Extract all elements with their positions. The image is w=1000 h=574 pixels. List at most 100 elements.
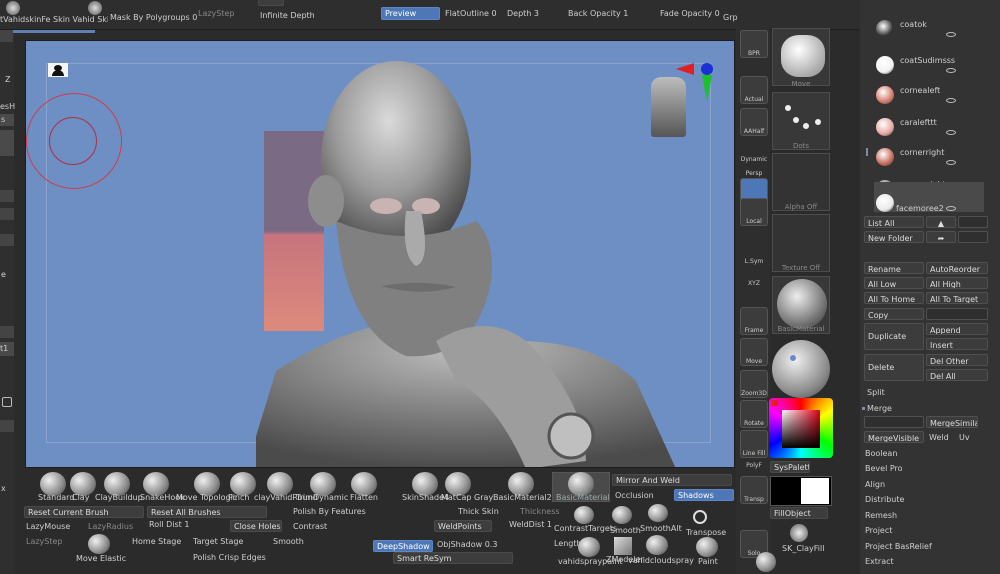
deepshadow-button[interactable]: DeepShadow (373, 540, 433, 552)
thickness-slider[interactable]: Thickness (520, 507, 560, 516)
autoreorder-button[interactable]: AutoReorder (926, 262, 988, 274)
move-elastic-icon[interactable] (88, 534, 110, 554)
lazystep-slider[interactable]: LazyStep (198, 9, 235, 18)
reset-all-brushes-button[interactable]: Reset All Brushes (147, 506, 267, 518)
paint-brush-icon[interactable] (696, 537, 718, 557)
mergevisible-button[interactable]: MergeVisible (864, 431, 924, 443)
visibility-eye-icon[interactable] (946, 68, 956, 73)
duplicate-button[interactable]: Duplicate (864, 323, 924, 350)
extract-menu[interactable]: Extract (865, 557, 894, 566)
infinite-depth-button[interactable]: Infinite Depth (260, 11, 315, 20)
bottom-brush-icon[interactable] (756, 552, 776, 572)
mirror-and-weld-button[interactable]: Mirror And Weld (612, 474, 732, 486)
lazyradius-slider[interactable]: LazyRadius (88, 522, 133, 531)
subtool-thumbnail-icon[interactable] (876, 194, 894, 212)
lazystep-slider-bottom[interactable]: LazyStep (26, 537, 63, 546)
mask-by-polygroups-slider[interactable]: Mask By Polygroups 0 (110, 13, 197, 22)
flip-x-button[interactable] (258, 0, 284, 6)
del-other-button[interactable]: Del Other (926, 354, 988, 366)
move-brush-thumbnail[interactable] (772, 28, 830, 86)
polish-by-features-slider[interactable]: Polish By Features (293, 507, 366, 516)
rename-button[interactable]: Rename (864, 262, 924, 274)
left-tool-button[interactable] (0, 130, 14, 156)
user-icon[interactable] (48, 63, 68, 77)
arrow-icon[interactable]: ➦ (926, 231, 956, 243)
smooth-slider[interactable]: Smooth (273, 537, 304, 546)
mergesimilar-button[interactable]: MergeSimilar (926, 416, 978, 428)
roll-dist-slider[interactable]: Roll Dist 1 (149, 520, 189, 529)
transpose-icon[interactable] (693, 510, 707, 524)
move-down-button[interactable] (958, 216, 988, 228)
bevel-pro-menu[interactable]: Bevel Pro (865, 464, 903, 473)
visibility-eye-icon[interactable] (946, 206, 956, 211)
uv-toggle[interactable]: Uv (959, 433, 970, 442)
weld-toggle[interactable]: Weld (929, 433, 949, 442)
polish-crisp-edges-slider[interactable]: Polish Crisp Edges (193, 553, 266, 562)
objshadow-slider[interactable]: ObjShadow 0.3 (437, 540, 497, 549)
shadows-button[interactable]: Shadows (674, 489, 734, 501)
insert-button[interactable]: Insert (926, 338, 988, 350)
split-menu[interactable]: Split (867, 388, 885, 397)
outline-slider[interactable]: Outline 0 (460, 9, 497, 18)
smart-resym-button[interactable]: Smart ReSym (393, 552, 513, 564)
visibility-eye-icon[interactable] (946, 32, 956, 37)
copy-button[interactable]: Copy (864, 308, 924, 320)
append-button[interactable]: Append (926, 323, 988, 335)
axis-gizmo-icon[interactable] (674, 61, 714, 101)
brush-icon[interactable] (88, 1, 102, 15)
weldpoints-button[interactable]: WeldPoints (434, 520, 492, 532)
close-holes-button[interactable]: Close Holes (230, 520, 282, 532)
new-folder-button[interactable]: New Folder (864, 231, 924, 243)
occlusion-button[interactable]: Occlusion (615, 491, 654, 500)
left-tool-button[interactable] (0, 30, 13, 42)
target-stage-button[interactable]: Target Stage (193, 537, 243, 546)
subtool-thumbnail-icon[interactable] (876, 20, 894, 38)
merge-menu[interactable]: Merge (867, 404, 892, 413)
distribute-menu[interactable]: Distribute (865, 495, 904, 504)
lazymouse-toggle[interactable]: LazyMouse (26, 522, 70, 531)
thick-skin-slider[interactable]: Thick Skin (458, 507, 499, 516)
all-to-home-button[interactable]: All To Home (864, 292, 924, 304)
align-menu[interactable]: Align (865, 480, 885, 489)
all-high-button[interactable]: All High (926, 277, 988, 289)
reset-current-brush-button[interactable]: Reset Current Brush (24, 506, 144, 518)
vahidcloudspray-icon[interactable] (646, 535, 668, 555)
home-stage-button[interactable]: Home Stage (132, 537, 181, 546)
left-tool-button[interactable] (0, 190, 14, 202)
vahidspraypaint-icon[interactable] (578, 537, 600, 557)
subtool-thumbnail-icon[interactable] (876, 118, 894, 136)
left-tool-button[interactable] (0, 326, 14, 338)
left-tool-button[interactable] (0, 420, 14, 432)
canvas-viewport[interactable] (25, 40, 735, 468)
visibility-eye-icon[interactable] (946, 160, 956, 165)
preview-button[interactable]: Preview (381, 7, 440, 20)
subtool-thumbnail-icon[interactable] (876, 86, 894, 104)
contrast-targets-icon[interactable] (574, 506, 594, 524)
boolean-menu[interactable]: Boolean (865, 449, 897, 458)
project-menu[interactable]: Project (865, 526, 892, 535)
list-all-button[interactable]: List All (864, 216, 924, 228)
lock-icon[interactable] (2, 397, 12, 407)
contrast-slider[interactable]: Contrast (293, 522, 327, 531)
flat-button[interactable]: Flat (445, 9, 460, 18)
sk-clayfill-icon[interactable] (790, 524, 808, 542)
depth-slider[interactable]: Depth 3 (507, 9, 539, 18)
del-all-button[interactable]: Del All (926, 369, 988, 381)
fade-opacity-slider[interactable]: Fade Opacity 0 (660, 9, 720, 18)
syspalette-button[interactable]: SysPalette (770, 461, 810, 473)
brush-icon[interactable] (6, 1, 20, 15)
delete-button[interactable]: Delete (864, 354, 924, 381)
project-basrelief-menu[interactable]: Project BasRelief (865, 542, 932, 551)
subtool-thumbnail-icon[interactable] (876, 56, 894, 74)
subtool-thumbnail-icon[interactable] (876, 148, 894, 166)
merge-down-button[interactable] (864, 416, 924, 428)
smooth-brush-icon[interactable] (612, 506, 632, 524)
scrollbar[interactable] (866, 148, 868, 156)
fillobject-button[interactable]: FillObject (770, 507, 828, 519)
grp-button[interactable]: Grp (723, 13, 738, 22)
move-up-button[interactable]: ▲ (926, 216, 956, 228)
left-tool-button[interactable] (0, 234, 14, 246)
zmodeler-cube-icon[interactable] (614, 537, 632, 555)
smoothalt-brush-icon[interactable] (648, 504, 668, 522)
back-opacity-slider[interactable]: Back Opacity 1 (568, 9, 628, 18)
